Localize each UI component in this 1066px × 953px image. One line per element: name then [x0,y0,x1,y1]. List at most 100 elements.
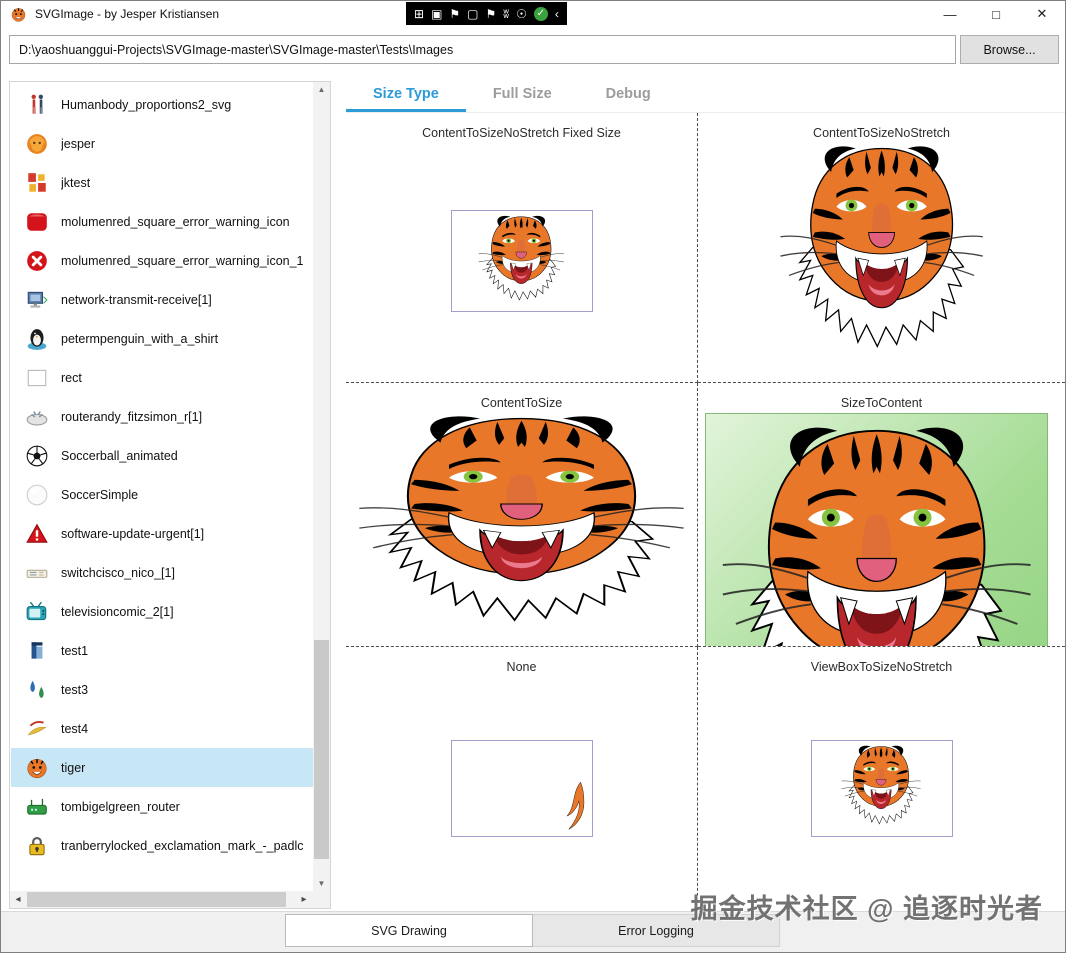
app-icon [10,6,27,23]
close-button[interactable]: ✕ [1019,1,1065,27]
file-item-network-transmit-receive-1[interactable]: network-transmit-receive[1] [11,280,313,319]
file-list: Humanbody_proportions2_svg jesper jktest mo… [11,85,313,891]
watermark: 掘金技术社区 @ 追逐时光者 [690,894,1043,924]
file-item-televisioncomic-2-1[interactable]: televisioncomic_2[1] [11,592,313,631]
address-bar: Browse... [1,29,1065,71]
horizontal-scrollbar[interactable]: ◂ ▸ [10,891,330,908]
tiger-image [779,145,984,348]
file-item-tranberrylocked-exclamation-mark-padlc[interactable]: tranberrylocked_exclamation_mark_-_padlc [11,826,313,865]
file-item-molumenred-square-error-warning-icon[interactable]: molumenred_square_error_warning_icon [11,202,313,241]
maximize-button[interactable]: □ [973,1,1019,27]
vertical-scrollbar[interactable]: ▲ ▼ [313,82,330,891]
green-router-icon [25,795,49,819]
file-item-routerandy-fitzsimon-r-1[interactable]: routerandy_fitzsimon_r[1] [11,397,313,436]
bottom-tab-svg-drawing[interactable]: SVG Drawing [285,914,533,947]
file-item-humanbody-proportions2-svg[interactable]: Humanbody_proportions2_svg [11,85,313,124]
flag-icon[interactable]: ⚑ [449,8,460,20]
main-panel: Size Type Full Size Debug ContentToSizeNoS… [346,81,1065,911]
scroll-up-icon[interactable]: ▲ [313,82,330,97]
titlebar: SVGImage - by Jesper Kristiansen ⊞ ▣ ⚑ ▢ ⚑ ʬ ☉… [1,1,1065,27]
tab-size-type[interactable]: Size Type [346,81,466,112]
vertical-scrollbar-thumb[interactable] [314,640,329,859]
file-name: tiger [61,760,86,775]
panel-title: ContentToSizeNoStretch [813,126,950,140]
frame-icon[interactable]: ▢ [467,8,478,20]
tv-icon [25,600,49,624]
file-name: network-transmit-receive[1] [61,292,212,307]
soccerball-icon [25,444,49,468]
scroll-down-icon[interactable]: ▼ [313,876,330,891]
file-item-molumenred-square-error-warning-icon-1[interactable]: molumenred_square_error_warning_icon_1 [11,241,313,280]
render-box-green [705,413,1048,646]
minimize-button[interactable]: — [927,1,973,27]
render-box [810,740,953,837]
test4-icon [25,717,49,741]
file-item-test3[interactable]: test3 [11,670,313,709]
collapse-left-icon[interactable]: ‹ [555,8,559,20]
panel-contenttosize: ContentToSize [346,383,698,647]
file-name: tranberrylocked_exclamation_mark_-_padlc [61,838,304,853]
screen-window-icon[interactable]: ⊞ [414,8,424,20]
render-box [450,740,593,837]
browse-button[interactable]: Browse... [960,35,1059,64]
camera-icon[interactable]: ▣ [431,8,442,20]
panel-title: ContentToSize [480,396,563,410]
file-item-test4[interactable]: test4 [11,709,313,748]
panel-title: SizeToContent [840,396,923,410]
tab-bar: Size Type Full Size Debug [346,81,1065,113]
file-item-soccersimple[interactable]: SoccerSimple [11,475,313,514]
file-name: petermpenguin_with_a_shirt [61,331,219,346]
file-item-jktest[interactable]: jktest [11,163,313,202]
file-name: test4 [61,721,89,736]
file-name: jesper [61,136,96,151]
panel-none: None [346,647,698,911]
render-grid: ContentToSizeNoStretch Fixed Size Content… [346,113,1065,911]
red-circle-warning-icon [25,249,49,273]
tiger-icon [25,756,49,780]
panel-contenttosizenostretch-fixed-size: ContentToSizeNoStretch Fixed Size [346,113,698,383]
file-name: tombigelgreen_router [61,799,180,814]
file-item-jesper[interactable]: jesper [11,124,313,163]
file-item-petermpenguin-with-a-shirt[interactable]: petermpenguin_with_a_shirt [11,319,313,358]
file-name: routerandy_fitzsimon_r[1] [61,409,203,424]
tab-full-size[interactable]: Full Size [466,81,579,112]
file-name: switchcisco_nico_[1] [61,565,175,580]
window-controls: — □ ✕ [927,1,1065,27]
tab-debug[interactable]: Debug [579,81,678,112]
wifi-icon[interactable]: ʬ [503,8,509,20]
tiger-image [721,426,1032,646]
scroll-left-icon[interactable]: ◂ [10,891,26,908]
panel-title: None [506,660,537,674]
file-name: Humanbody_proportions2_svg [61,97,232,112]
network-icon [25,288,49,312]
window-title: SVGImage - by Jesper Kristiansen [35,7,220,21]
file-item-tombigelgreen-router[interactable]: tombigelgreen_router [11,787,313,826]
file-name: rect [61,370,82,385]
router-icon [25,405,49,429]
accessibility-icon[interactable]: ☉ [516,8,527,20]
run-check-icon[interactable]: ✓ [533,6,548,21]
file-item-switchcisco-nico-1[interactable]: switchcisco_nico_[1] [11,553,313,592]
file-name: test3 [61,682,89,697]
file-item-soccerball-animated[interactable]: Soccerball_animated [11,436,313,475]
file-item-test1[interactable]: test1 [11,631,313,670]
tiger-image [478,215,565,300]
panel-viewboxtosizenostretch: ViewBoxToSizeNoStretch [698,647,1065,911]
humanbody-icon [25,93,49,117]
panel-contenttosizenostretch: ContentToSizeNoStretch [698,113,1065,383]
file-item-tiger[interactable]: tiger [11,748,313,787]
file-list-panel: Humanbody_proportions2_svg jesper jktest mo… [9,81,331,909]
path-input[interactable] [9,35,956,64]
tiger-image [358,415,685,622]
file-item-software-update-urgent-1[interactable]: software-update-urgent[1] [11,514,313,553]
jesper-icon [25,132,49,156]
file-name: Soccerball_animated [61,448,178,463]
flag-pole-icon[interactable]: ⚑ [486,8,497,20]
panel-sizetocontent: SizeToContent [698,383,1065,647]
scroll-right-icon[interactable]: ▸ [296,891,312,908]
padlock-icon [25,834,49,858]
tiger-fragment [565,781,584,830]
tiger-image [841,745,922,825]
file-item-rect[interactable]: rect [11,358,313,397]
horizontal-scrollbar-thumb[interactable] [27,892,286,907]
